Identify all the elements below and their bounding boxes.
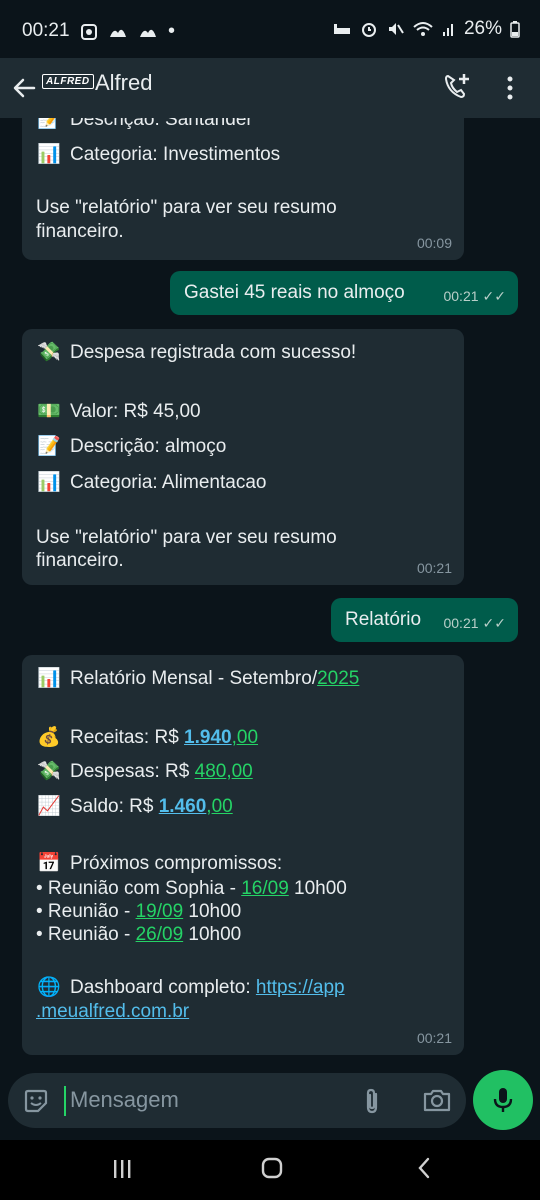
message-line: 📝 Descrição: almoço (37, 435, 227, 458)
attach-icon[interactable] (360, 1086, 384, 1116)
notification-icon (140, 29, 156, 37)
message-line: financeiro. (36, 220, 124, 242)
compromisso-item: • Reunião - 19/09 10h00 (36, 901, 242, 923)
message-time: 00:21 (443, 287, 479, 304)
chat-area[interactable]: 📝 Descrição: Santander 📊 Categoria: Invest… (0, 118, 540, 1070)
message-line: 📝 Descrição: Santander (36, 118, 450, 131)
bar-chart-icon: 📊 (37, 143, 61, 166)
text-cursor (64, 1086, 66, 1116)
dashboard-link-cont[interactable]: .meualfred.com.br (36, 1001, 189, 1022)
back-arrow-icon[interactable] (10, 70, 38, 106)
message-time: 00:21 (416, 559, 452, 576)
message-line: Use "relatório" para ver seu resumo (36, 526, 337, 548)
despesas-line: 💸 Despesas: R$ 480,00 (37, 760, 253, 783)
dot-icon: • (168, 20, 176, 42)
message-time: 00:09 (416, 234, 452, 251)
wifi-icon (413, 22, 433, 36)
microphone-icon (493, 1088, 513, 1112)
outgoing-message[interactable]: Gastei 45 reais no almoço 00:21 ✓✓ (170, 271, 518, 315)
message-line: 💵 Valor: R$ 45,00 (37, 400, 201, 423)
read-ticks-icon: ✓✓ (482, 614, 506, 631)
message-time: 00:21 (416, 1029, 452, 1046)
message-line: financeiro. (36, 549, 124, 571)
status-right-icons: 26% (332, 18, 520, 40)
sleep-icon (333, 24, 350, 34)
year-link[interactable]: 2025 (317, 668, 359, 689)
despesas-decimal-link[interactable]: 00 (232, 761, 253, 782)
message-line: Use "relatório" para ver seu resumo (36, 197, 337, 219)
add-call-icon[interactable] (442, 70, 472, 102)
status-bar: 00:21 • 26% (0, 0, 540, 58)
message-line: 📊 Categoria: Alimentacao (37, 470, 267, 493)
dashboard-line: 🌐 Dashboard completo: https://app (37, 976, 345, 999)
saldo-line: 📈 Saldo: R$ 1.460,00 (37, 794, 233, 817)
camera-icon[interactable] (422, 1086, 452, 1114)
incoming-message[interactable]: 📝 Descrição: Santander 📊 Categoria: Invest… (22, 118, 464, 260)
banknote-icon: 💵 (37, 400, 61, 423)
notification-icon (110, 29, 126, 37)
chart-increasing-icon: 📈 (37, 794, 61, 817)
incoming-message[interactable]: 📊 Relatório Mensal - Setembro/2025 💰 Recei… (22, 655, 464, 1055)
message-time-wrap: 00:21 ✓✓ (443, 615, 506, 632)
recents-icon[interactable] (112, 1158, 132, 1180)
date-link[interactable]: 26/09 (136, 924, 184, 945)
message-input[interactable]: Mensagem (70, 1087, 179, 1113)
incoming-message[interactable]: 💸 Despesa registrada com sucesso! 💵 Valor:… (22, 329, 464, 585)
message-time: 00:21 (443, 614, 479, 631)
memo-icon: 📝 (37, 435, 61, 458)
saldo-amount-link[interactable]: 1.460 (159, 796, 207, 817)
memo-icon: 📝 (37, 118, 61, 130)
report-title: 📊 Relatório Mensal - Setembro/2025 (37, 667, 360, 689)
globe-icon: 🌐 (37, 976, 61, 999)
whatsapp-icon (81, 23, 97, 40)
read-ticks-icon: ✓✓ (482, 287, 506, 304)
home-icon[interactable] (260, 1156, 284, 1180)
nav-back-icon[interactable] (416, 1156, 432, 1180)
despesas-amount-link[interactable]: 480 (195, 761, 227, 782)
outgoing-message[interactable]: Relatório 00:21 ✓✓ (331, 598, 518, 642)
status-left-icons: • (80, 20, 175, 43)
message-line: 📊 Categoria: Investimentos (37, 143, 281, 166)
receitas-decimal-link[interactable]: 00 (237, 727, 258, 748)
money-wings-icon: 💸 (37, 341, 61, 363)
sticker-icon[interactable] (22, 1087, 50, 1115)
battery-percent: 26% (463, 18, 502, 39)
bar-chart-icon: 📊 (37, 470, 61, 493)
battery-icon (510, 21, 520, 38)
money-wings-icon: 💸 (37, 760, 61, 783)
compromisso-item: • Reunião com Sophia - 16/09 10h00 (36, 877, 347, 899)
date-link[interactable]: 16/09 (241, 878, 289, 899)
dashboard-line-2: .meualfred.com.br (36, 1000, 450, 1023)
contact-avatar-logo[interactable]: ALFRED (42, 74, 94, 89)
signal-icon (442, 24, 453, 36)
mute-icon (388, 23, 404, 35)
message-time-wrap: 00:21 ✓✓ (443, 288, 506, 305)
dashboard-link[interactable]: https://app (256, 977, 345, 998)
more-options-icon[interactable] (500, 70, 520, 106)
receitas-amount-link[interactable]: 1.940 (184, 727, 232, 748)
receitas-line: 💰 Receitas: R$ 1.940,00 (37, 726, 259, 749)
compromisso-item: • Reunião - 26/09 10h00 (36, 924, 242, 946)
message-composer[interactable]: Mensagem (8, 1073, 466, 1128)
contact-name[interactable]: Alfred (95, 70, 152, 96)
bar-chart-icon: 📊 (37, 667, 61, 689)
saldo-decimal-link[interactable]: 00 (212, 796, 233, 817)
date-link[interactable]: 19/09 (136, 901, 184, 922)
voice-message-button[interactable] (473, 1070, 533, 1130)
compromissos-heading: 📅 Próximos compromissos: (37, 851, 283, 874)
message-line: 💸 Despesa registrada com sucesso! (37, 341, 357, 363)
system-nav-bar (0, 1140, 540, 1200)
alarm-icon (361, 23, 376, 37)
status-time: 00:21 (22, 20, 70, 41)
money-bag-icon: 💰 (37, 726, 61, 749)
chat-header: ALFRED Alfred (0, 58, 540, 118)
calendar-icon: 📅 (37, 851, 61, 874)
